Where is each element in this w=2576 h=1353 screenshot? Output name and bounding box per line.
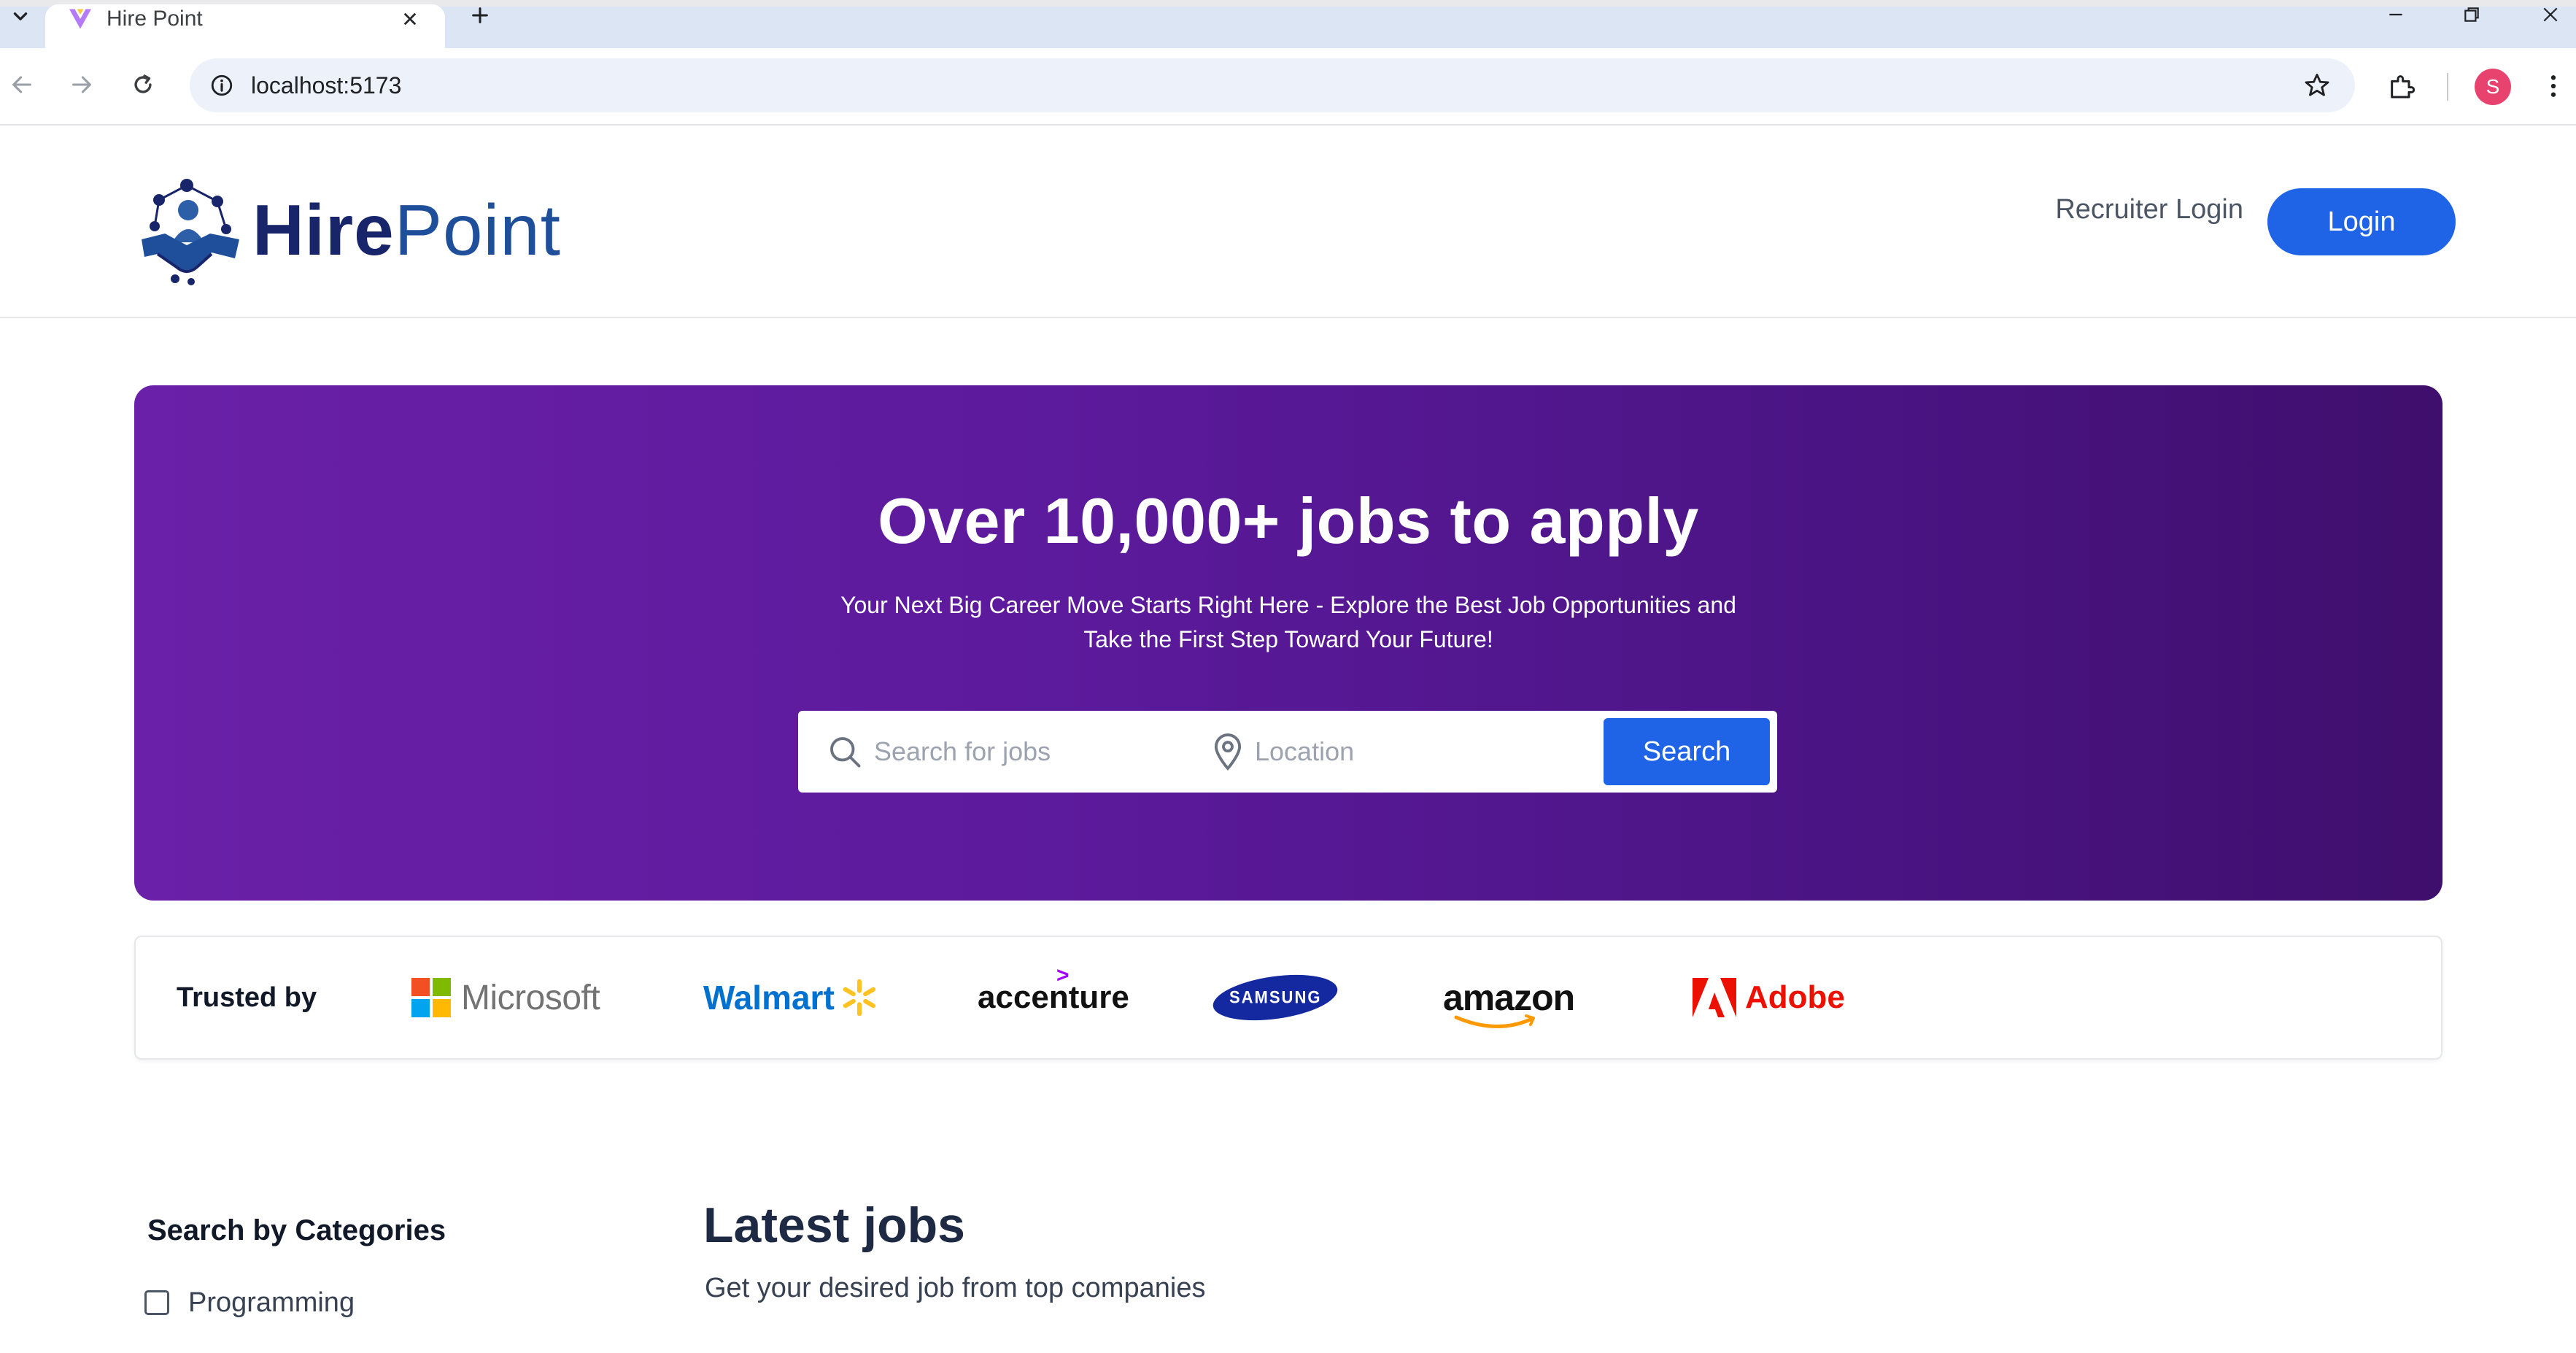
hero-title: Over 10,000+ jobs to apply: [878, 485, 1699, 557]
walmart-spark-icon: [843, 979, 875, 1017]
forward-button[interactable]: [60, 63, 104, 107]
new-tab-button[interactable]: [464, 1, 496, 29]
trusted-by-bar: Trusted by Microsoft Walmart accenture > …: [134, 936, 2442, 1060]
star-icon: [2305, 74, 2329, 96]
microsoft-squares-icon: [411, 978, 451, 1017]
location-input[interactable]: [1253, 725, 1589, 778]
kebab-menu-icon: [2550, 75, 2556, 97]
address-bar[interactable]: localhost:5173: [190, 58, 2355, 112]
hero-banner: Over 10,000+ jobs to apply Your Next Big…: [134, 385, 2442, 901]
search-icon: [830, 737, 861, 768]
trusted-by-label: Trusted by: [177, 982, 317, 1013]
favicon-icon: [69, 9, 91, 29]
back-icon: [12, 76, 31, 93]
close-icon: [404, 13, 416, 25]
adobe-a-icon: [1693, 978, 1736, 1017]
recruiter-login-link[interactable]: Recruiter Login: [2055, 182, 2243, 236]
reload-icon: [134, 74, 152, 93]
browser-toolbar: localhost:5173 S: [0, 48, 2576, 126]
samsung-logo: SAMSUNG: [1210, 937, 1341, 1058]
extensions-icon: [2391, 75, 2416, 99]
logo-handshake-icon: [142, 179, 239, 285]
latest-jobs-heading: Latest jobs: [703, 1198, 965, 1253]
login-button[interactable]: Login: [2267, 188, 2456, 255]
browser-tab-active[interactable]: Hire Point: [45, 4, 445, 48]
category-item-programming[interactable]: Programming: [144, 1284, 355, 1321]
extensions-button[interactable]: [2381, 66, 2422, 107]
amazon-smile-icon: [1454, 1014, 1535, 1028]
chevron-down-icon: [13, 12, 28, 20]
adobe-logo: Adobe: [1693, 937, 1845, 1058]
url-text: localhost:5173: [251, 72, 402, 99]
logo-wordmark: HirePoint: [252, 190, 561, 270]
bookmark-button[interactable]: [2300, 68, 2335, 103]
category-checkbox[interactable]: [144, 1290, 169, 1315]
microsoft-wordmark: Microsoft: [461, 978, 600, 1017]
search-button[interactable]: Search: [1604, 718, 1770, 785]
accenture-wordmark: accenture >: [978, 963, 1129, 1016]
adobe-wordmark: Adobe: [1745, 979, 1845, 1015]
tab-search-button[interactable]: [6, 4, 35, 29]
samsung-wordmark: SAMSUNG: [1229, 987, 1322, 1008]
restore-icon: [2464, 7, 2479, 22]
hero-subtitle-line-1: Your Next Big Career Move Starts Right H…: [840, 592, 1736, 618]
minimize-window-button[interactable]: [2374, 0, 2418, 29]
walmart-wordmark: Walmart: [703, 979, 835, 1017]
amazon-wordmark: amazon: [1443, 977, 1575, 1018]
browser-tab-strip: Hire Point: [0, 0, 2576, 48]
categories-heading: Search by Categories: [147, 1214, 446, 1246]
tab-title: Hire Point: [107, 7, 203, 31]
close-window-button[interactable]: [2529, 0, 2572, 29]
plus-icon: [472, 7, 488, 23]
hirepoint-logo[interactable]: HirePoint: [136, 172, 560, 289]
hero-subtitle-line-2: Take the First Step Toward Your Future!: [1083, 626, 1493, 652]
accenture-arrow-icon: >: [1056, 963, 1070, 987]
close-icon: [2543, 7, 2558, 22]
walmart-logo: Walmart: [703, 937, 880, 1058]
tab-close-button[interactable]: [397, 6, 423, 32]
minimize-icon: [2389, 13, 2402, 16]
latest-jobs-subtitle: Get your desired job from top companies: [705, 1273, 1206, 1303]
profile-avatar[interactable]: S: [2475, 69, 2511, 105]
hero-subtitle: Your Next Big Career Move Starts Right H…: [778, 588, 1799, 657]
accenture-wordmark-text: accenture: [978, 979, 1129, 1015]
job-search-input[interactable]: [873, 725, 1164, 778]
logo-hire-text: Hire: [252, 190, 395, 270]
browser-menu-button[interactable]: [2533, 66, 2574, 107]
samsung-oval: SAMSUNG: [1210, 968, 1341, 1028]
back-button[interactable]: [0, 63, 44, 107]
amazon-logo: amazon: [1443, 937, 1575, 1058]
site-info-button[interactable]: [204, 68, 239, 103]
restore-window-button[interactable]: [2450, 0, 2494, 29]
info-icon: [211, 74, 233, 96]
reload-button[interactable]: [121, 63, 165, 107]
amazon-wordmark-wrap: amazon: [1443, 976, 1575, 1028]
logo-point-text: Point: [394, 190, 562, 270]
job-search-bar: Search: [798, 711, 1777, 793]
accenture-logo: accenture >: [978, 937, 1129, 1058]
category-label: Programming: [188, 1287, 355, 1318]
microsoft-logo: Microsoft: [411, 937, 600, 1058]
toolbar-separator: [2447, 73, 2448, 101]
forward-icon: [72, 76, 91, 93]
location-pin-icon: [1214, 733, 1242, 771]
site-header: HirePoint Recruiter Login Login: [0, 126, 2576, 318]
